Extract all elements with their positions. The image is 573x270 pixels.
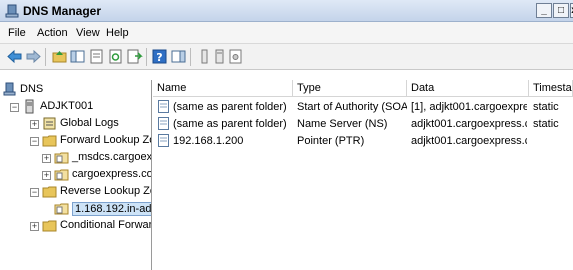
menu-action[interactable]: Action — [37, 27, 68, 39]
column-header-data[interactable]: Data — [407, 80, 529, 97]
menu-bar: File Action View Help — [0, 22, 573, 44]
log-icon — [43, 117, 56, 130]
up-folder-icon[interactable] — [51, 48, 68, 65]
zone-icon — [54, 152, 69, 164]
expand-toggle[interactable]: + — [30, 222, 39, 231]
server-icon — [25, 99, 34, 114]
expand-toggle[interactable]: + — [42, 154, 51, 163]
cell-name: (same as parent folder) — [173, 101, 287, 113]
cell-timestamp: static — [533, 118, 559, 130]
svg-text:?: ? — [156, 51, 162, 64]
menu-file[interactable]: File — [8, 27, 26, 39]
record-icon — [158, 117, 169, 130]
table-row[interactable]: (same as parent folder) Name Server (NS)… — [153, 116, 573, 132]
tree-label: _msdcs.cargoexpress.c — [72, 151, 152, 163]
menu-view[interactable]: View — [76, 27, 100, 39]
minimize-button[interactable]: _ — [536, 3, 552, 18]
action-pane-icon[interactable] — [170, 48, 187, 65]
toolbar: ? — [0, 44, 573, 70]
cell-type: Start of Authority (SOA) — [297, 101, 407, 113]
console-tree: DNS − ADJKT001 + Global Logs − Forward L… — [0, 80, 152, 270]
refresh-icon[interactable] — [107, 48, 124, 65]
new-alias-icon[interactable] — [227, 48, 244, 65]
record-icon — [158, 100, 169, 113]
cell-data: [1], adjkt001.cargoexpress.... — [411, 101, 527, 113]
cell-name: (same as parent folder) — [173, 118, 287, 130]
maximize-button[interactable]: □ — [553, 3, 569, 18]
new-host-icon[interactable] — [211, 48, 228, 65]
menu-help[interactable]: Help — [106, 27, 129, 39]
cell-timestamp: static — [533, 101, 559, 113]
back-arrow-icon[interactable] — [6, 48, 23, 65]
properties-icon[interactable] — [88, 48, 105, 65]
dns-manager-icon — [5, 4, 19, 18]
column-header-name[interactable]: Name — [153, 80, 293, 97]
dns-root-icon — [3, 82, 16, 96]
tree-label: Global Logs — [60, 117, 119, 129]
tree-label: Forward Lookup Zones — [60, 134, 151, 146]
tree-label: Conditional Forwarders — [60, 219, 152, 231]
tree-label: Reverse Lookup Zones — [60, 185, 151, 197]
folder-icon — [42, 135, 57, 147]
cell-data: adjkt001.cargoexpress.com — [411, 135, 527, 147]
toolbar-separator — [45, 48, 46, 66]
tree-label: DNS — [20, 83, 44, 95]
column-header-timestamp[interactable]: Timestamp — [529, 80, 573, 97]
expand-toggle[interactable]: + — [30, 120, 39, 129]
cell-name: 192.168.1.200 — [173, 135, 244, 147]
show-hide-tree-icon[interactable] — [69, 48, 86, 65]
cell-type: Pointer (PTR) — [297, 135, 365, 147]
table-row[interactable]: 192.168.1.200 Pointer (PTR) adjkt001.car… — [153, 133, 573, 149]
tree-label: ADJKT001 — [40, 100, 94, 112]
records-list: Name Type Data Timestamp (same as parent… — [153, 80, 573, 270]
folder-icon — [42, 220, 57, 232]
cell-type: Name Server (NS) — [297, 118, 388, 130]
zone-icon — [54, 203, 69, 215]
title-bar: DNS Manager _ □ x — [0, 0, 573, 22]
window-title: DNS Manager — [23, 4, 102, 18]
export-list-icon[interactable] — [126, 48, 143, 65]
toolbar-separator — [190, 48, 191, 66]
help-icon[interactable]: ? — [151, 48, 168, 65]
record-icon — [158, 134, 169, 147]
expand-toggle[interactable]: + — [42, 171, 51, 180]
table-row[interactable]: (same as parent folder) Start of Authori… — [153, 99, 573, 115]
collapse-toggle[interactable]: − — [10, 103, 19, 112]
tree-label: cargoexpress.com — [72, 168, 151, 180]
forward-arrow-icon[interactable] — [25, 48, 42, 65]
zone-icon — [54, 169, 69, 181]
column-header-type[interactable]: Type — [293, 80, 407, 97]
tree-label-selected: 1.168.192.in-addr.arpa — [72, 202, 151, 216]
folder-icon — [42, 186, 57, 198]
collapse-toggle[interactable]: − — [30, 188, 39, 197]
toolbar-separator — [146, 48, 147, 66]
collapse-toggle[interactable]: − — [30, 137, 39, 146]
cell-data: adjkt001.cargoexpress.com. — [411, 118, 527, 130]
